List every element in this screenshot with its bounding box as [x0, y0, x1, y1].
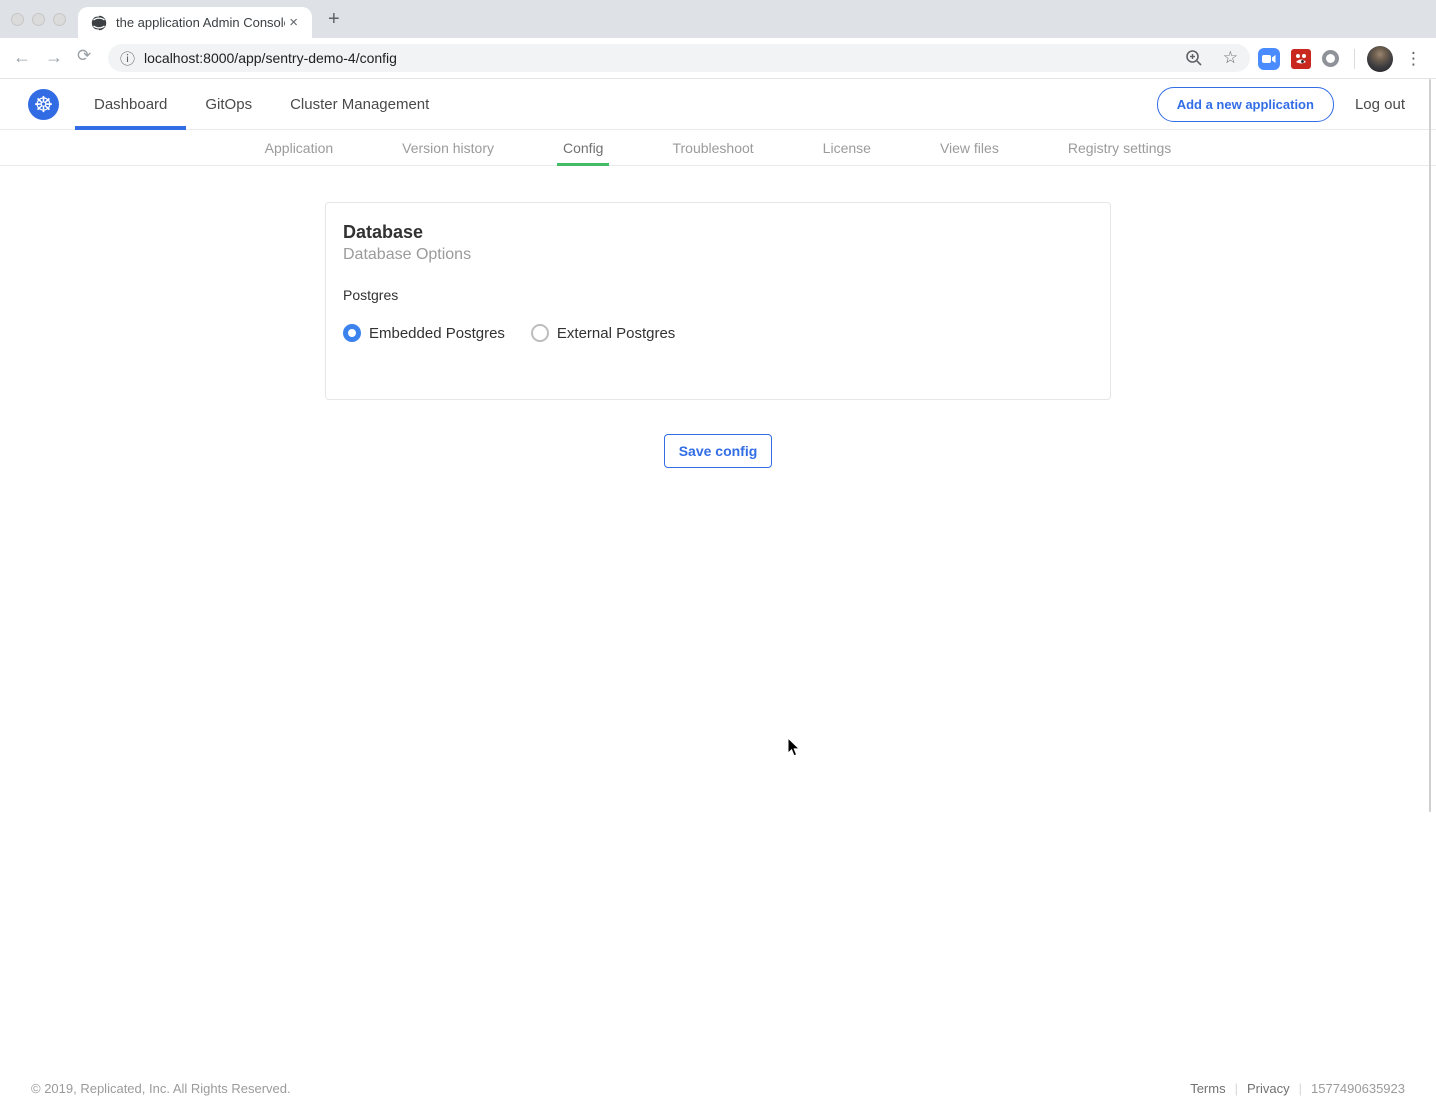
url-text[interactable]: localhost:8000/app/sentry-demo-4/config: [144, 50, 1185, 66]
tab-license[interactable]: License: [817, 130, 877, 165]
copyright-text: © 2019, Replicated, Inc. All Rights Rese…: [31, 1081, 291, 1096]
radio-option-embedded-postgres[interactable]: Embedded Postgres: [343, 324, 505, 342]
page-zoom-icon[interactable]: [1185, 49, 1203, 67]
browser-menu-icon[interactable]: ⋮: [1405, 49, 1422, 69]
nav-item-dashboard[interactable]: Dashboard: [75, 79, 186, 129]
red-extension-icon[interactable]: [1291, 49, 1311, 69]
nav-item-label: Dashboard: [94, 96, 167, 113]
radio-label: External Postgres: [557, 325, 675, 342]
new-tab-button[interactable]: +: [328, 9, 340, 29]
nav-item-cluster-management[interactable]: Cluster Management: [271, 79, 448, 129]
active-tab-underline: [557, 163, 609, 166]
browser-tab-bar: the application Admin Console × +: [0, 0, 1436, 38]
gray-circle-extension-icon[interactable]: [1322, 50, 1339, 67]
video-camera-extension-icon[interactable]: [1258, 48, 1280, 70]
footer-separator: |: [1235, 1081, 1238, 1096]
tab-label: View files: [940, 140, 999, 156]
page-footer: © 2019, Replicated, Inc. All Rights Rese…: [0, 1070, 1436, 1106]
address-bar[interactable]: ⓘ localhost:8000/app/sentry-demo-4/confi…: [108, 44, 1250, 72]
window-zoom-button[interactable]: [53, 13, 66, 26]
privacy-link[interactable]: Privacy: [1247, 1081, 1290, 1096]
browser-tab[interactable]: the application Admin Console ×: [78, 7, 312, 38]
tab-label: Application: [265, 140, 334, 156]
logout-link[interactable]: Log out: [1355, 96, 1405, 113]
group-title: Database: [343, 222, 1093, 243]
postgres-radio-group: Embedded Postgres External Postgres: [343, 324, 1093, 342]
reload-icon[interactable]: ⟳: [77, 47, 91, 64]
toolbar-right-area: ⋮: [1258, 38, 1436, 79]
active-nav-underline: [75, 126, 186, 130]
back-icon[interactable]: ←: [13, 48, 31, 66]
tab-registry-settings[interactable]: Registry settings: [1062, 130, 1177, 165]
config-page: Database Database Options Postgres Embed…: [0, 202, 1436, 468]
footer-separator: |: [1299, 1081, 1302, 1096]
save-config-button[interactable]: Save config: [664, 434, 773, 468]
globe-favicon-icon: [91, 15, 107, 31]
tab-troubleshoot[interactable]: Troubleshoot: [666, 130, 759, 165]
scrollbar[interactable]: [1429, 79, 1431, 812]
tab-label: Config: [563, 140, 603, 156]
app-nav: Dashboard GitOps Cluster Management: [75, 79, 448, 129]
tab-version-history[interactable]: Version history: [396, 130, 500, 165]
site-info-icon[interactable]: ⓘ: [120, 48, 135, 69]
tab-label: Registry settings: [1068, 140, 1171, 156]
add-new-application-button[interactable]: Add a new application: [1157, 87, 1334, 122]
footer-links: Terms | Privacy | 1577490635923: [1190, 1081, 1405, 1096]
toolbar-divider: [1354, 49, 1355, 69]
radio-unselected-icon[interactable]: [531, 324, 549, 342]
window-minimize-button[interactable]: [32, 13, 45, 26]
nav-item-label: GitOps: [205, 96, 252, 113]
radio-option-external-postgres[interactable]: External Postgres: [531, 324, 675, 342]
mouse-cursor: [787, 737, 801, 758]
tab-title: the application Admin Console: [116, 15, 285, 30]
radio-label: Embedded Postgres: [369, 325, 505, 342]
nav-item-gitops[interactable]: GitOps: [186, 79, 271, 129]
bookmark-star-icon[interactable]: ☆: [1223, 48, 1238, 68]
forward-icon[interactable]: →: [45, 48, 63, 66]
app-header: ☸ Dashboard GitOps Cluster Management Ad…: [0, 79, 1436, 130]
field-label: Postgres: [343, 287, 1093, 303]
tab-view-files[interactable]: View files: [934, 130, 1005, 165]
terms-link[interactable]: Terms: [1190, 1081, 1225, 1096]
tab-config[interactable]: Config: [557, 130, 609, 165]
config-group-card: Database Database Options Postgres Embed…: [325, 202, 1111, 400]
radio-selected-icon[interactable]: [343, 324, 361, 342]
tab-label: Version history: [402, 140, 494, 156]
window-controls: [11, 13, 66, 26]
window-close-button[interactable]: [11, 13, 24, 26]
tab-label: License: [823, 140, 871, 156]
build-number: 1577490635923: [1311, 1081, 1405, 1096]
nav-item-label: Cluster Management: [290, 96, 429, 113]
browser-toolbar: ← → ⟳ ⓘ localhost:8000/app/sentry-demo-4…: [0, 38, 1436, 79]
app-subnav: Application Version history Config Troub…: [0, 130, 1436, 166]
tab-application[interactable]: Application: [259, 130, 340, 165]
browser-profile-avatar[interactable]: [1367, 46, 1393, 72]
group-subtitle: Database Options: [343, 246, 1093, 264]
header-right: Add a new application Log out: [1157, 87, 1436, 122]
kubernetes-logo-icon: ☸: [28, 89, 59, 120]
tab-label: Troubleshoot: [672, 140, 753, 156]
tab-close-icon[interactable]: ×: [285, 13, 302, 32]
